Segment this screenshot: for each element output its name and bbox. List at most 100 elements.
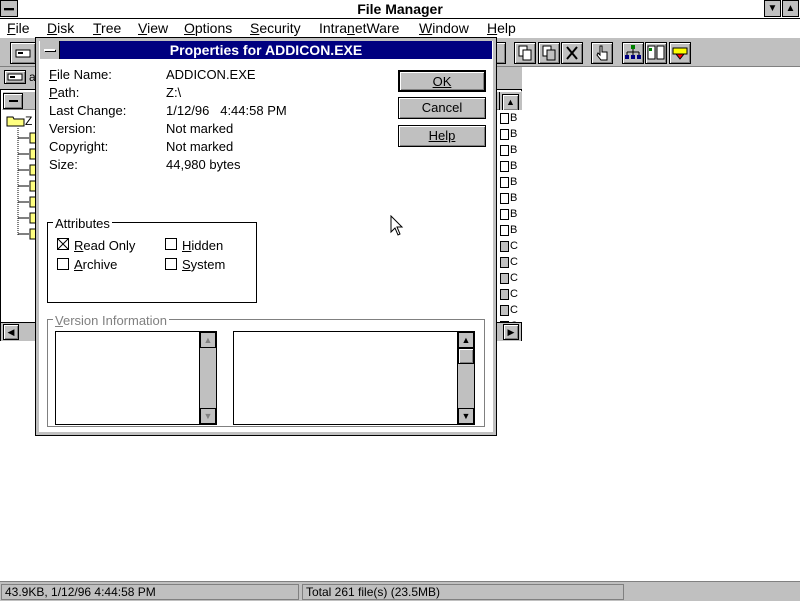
move-button[interactable] — [538, 42, 560, 64]
version-keys-scrollbar[interactable]: ▲ ▼ — [199, 332, 216, 424]
program-icon — [500, 256, 509, 268]
app-title-bar[interactable]: File Manager ▼ ▲ — [0, 0, 800, 19]
file-list-item[interactable]: B — [500, 142, 517, 158]
version-keys-list[interactable]: ▲ ▼ — [55, 331, 217, 425]
dialog-title: Properties for ADDICON.EXE — [169, 42, 363, 58]
connect-button[interactable] — [591, 42, 613, 64]
file-list-item-label: B — [510, 176, 518, 188]
ok-button[interactable]: OK — [398, 70, 486, 92]
attributes-group-title: Attributes — [53, 216, 112, 231]
scroll-up-icon: ▲ — [203, 335, 213, 345]
read-only-checkbox[interactable] — [57, 238, 69, 250]
scroll-right-button[interactable]: ▶ — [503, 324, 519, 340]
version-keys-scroll-up[interactable]: ▲ — [200, 332, 216, 348]
menu-security[interactable]: Security — [250, 20, 301, 36]
hidden-checkbox[interactable] — [165, 238, 177, 250]
move-icon — [542, 45, 556, 61]
document-icon — [500, 112, 509, 124]
copy-icon — [518, 45, 532, 61]
scroll-up-button[interactable]: ▲ — [502, 94, 519, 111]
document-icon — [500, 224, 509, 236]
file-list-item-label: B — [510, 224, 518, 236]
system-checkbox[interactable] — [165, 258, 177, 270]
file-list-item[interactable]: C — [500, 238, 518, 254]
menu-intranetware[interactable]: IntranetWare — [319, 20, 399, 36]
hand-pointer-icon — [596, 45, 608, 61]
version-value-text[interactable]: ▲ ▼ — [233, 331, 475, 425]
file-list-item[interactable]: B — [500, 190, 517, 206]
system-label[interactable]: System — [182, 257, 225, 272]
file-name-value: ADDICON.EXE — [166, 67, 256, 82]
drive-a-button[interactable] — [4, 70, 26, 84]
minimize-button[interactable]: ▼ — [764, 0, 781, 17]
menu-bar: File Disk Tree View Options Security Int… — [0, 19, 800, 38]
menu-disk[interactable]: Disk — [47, 20, 74, 36]
file-list-item[interactable]: B — [500, 174, 517, 190]
scroll-up-icon: ▲ — [506, 97, 515, 107]
shared-directory-button[interactable] — [669, 42, 691, 64]
app-title: File Manager — [357, 1, 443, 17]
menu-tree[interactable]: Tree — [93, 20, 121, 36]
file-list-item[interactable]: C — [500, 270, 518, 286]
file-list-item[interactable]: B — [500, 222, 517, 238]
file-list[interactable]: BBBBBBBBCCCCCC — [498, 110, 522, 332]
scroll-left-button[interactable]: ◀ — [3, 324, 19, 340]
checkmark-x-icon — [58, 239, 68, 249]
last-change-value: 1/12/96 4:44:58 PM — [166, 103, 287, 118]
delete-icon — [566, 46, 578, 60]
file-list-item[interactable]: C — [500, 302, 518, 318]
document-icon — [500, 208, 509, 220]
menu-view[interactable]: View — [138, 20, 168, 36]
version-value-scrollbar[interactable]: ▲ ▼ — [457, 332, 474, 424]
read-only-label[interactable]: Read Only — [74, 238, 135, 253]
file-name-label: File Name: — [49, 67, 112, 82]
program-icon — [500, 304, 509, 316]
tree-root-label: Z — [25, 114, 33, 128]
tree-view-button[interactable] — [622, 42, 644, 64]
version-information-title: Version Information — [53, 313, 170, 328]
file-list-item[interactable]: C — [500, 286, 518, 302]
cancel-button[interactable]: Cancel — [398, 97, 486, 119]
copy-button[interactable] — [514, 42, 536, 64]
hidden-label[interactable]: Hidden — [182, 238, 223, 253]
maximize-button[interactable]: ▲ — [782, 0, 799, 17]
archive-label[interactable]: Archive — [74, 257, 117, 272]
tree-and-directory-button[interactable] — [645, 42, 667, 64]
version-label: Version: — [49, 121, 96, 136]
document-icon — [500, 128, 509, 140]
version-value-scroll-up[interactable]: ▲ — [458, 332, 474, 348]
archive-checkbox[interactable] — [57, 258, 69, 270]
file-list-item-label: B — [510, 160, 518, 172]
properties-dialog[interactable]: Properties for ADDICON.EXE File Name: AD… — [35, 37, 497, 436]
file-list-item-label: B — [510, 208, 518, 220]
drive-icon — [15, 49, 31, 58]
path-value: Z:\ — [166, 85, 182, 100]
version-keys-scroll-down[interactable]: ▼ — [200, 408, 216, 424]
document-icon — [500, 144, 509, 156]
maximize-icon: ▲ — [785, 3, 796, 14]
drive-select-button[interactable] — [10, 42, 36, 64]
help-button[interactable]: Help — [398, 125, 486, 147]
file-list-item[interactable]: C — [500, 254, 518, 270]
menu-help[interactable]: Help — [487, 20, 516, 36]
directory-window-system-menu[interactable] — [3, 93, 23, 109]
dialog-title-bar[interactable]: Properties for ADDICON.EXE — [40, 41, 492, 59]
file-list-item[interactable]: B — [500, 110, 517, 126]
menu-options[interactable]: Options — [184, 20, 232, 36]
version-value-scroll-down[interactable]: ▼ — [458, 408, 474, 424]
file-list-item[interactable]: B — [500, 206, 517, 222]
menu-file[interactable]: File — [7, 20, 30, 36]
document-icon — [500, 160, 509, 172]
version-value-scroll-thumb[interactable] — [458, 348, 474, 364]
mouse-cursor-icon — [390, 215, 404, 236]
file-list-item[interactable]: B — [500, 126, 517, 142]
file-list-item[interactable]: B — [500, 158, 517, 174]
delete-button[interactable] — [561, 42, 583, 64]
file-list-item-label: C — [510, 304, 518, 316]
path-label: Path: — [49, 85, 80, 100]
menu-window[interactable]: Window — [419, 20, 469, 36]
minimize-icon: ▼ — [767, 3, 778, 14]
copyright-value: Not marked — [166, 139, 234, 154]
scroll-left-icon: ◀ — [7, 327, 15, 337]
size-value: 44,980 bytes — [166, 157, 241, 172]
